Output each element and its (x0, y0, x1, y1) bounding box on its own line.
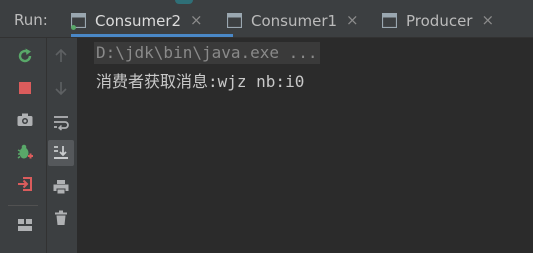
trash-icon (55, 210, 67, 225)
app-run-icon (71, 13, 86, 30)
toolbar-divider (8, 205, 38, 206)
soft-wrap-button[interactable] (48, 109, 74, 135)
stop-icon (19, 82, 31, 94)
print-icon (53, 180, 69, 195)
close-icon[interactable]: × (346, 13, 359, 28)
rerun-icon (18, 48, 32, 63)
tab-producer[interactable]: Producer × (382, 4, 522, 37)
scroll-to-end-icon (54, 146, 68, 159)
run-label: Run: (14, 11, 48, 29)
wrap-icon (54, 116, 69, 131)
tab-consumer1[interactable]: Consumer1 × (227, 4, 377, 37)
close-icon[interactable]: × (481, 13, 494, 28)
exit-icon (18, 177, 32, 191)
tab-label: Consumer2 (95, 11, 182, 30)
tab-consumer2[interactable]: Consumer2 × (71, 4, 233, 37)
arrow-down-icon (55, 82, 67, 96)
scroll-to-end-button[interactable] (48, 140, 74, 166)
layout-button[interactable] (12, 212, 38, 238)
debug-button[interactable] (12, 139, 38, 165)
run-toolbar-right (47, 38, 77, 253)
layout-icon (18, 219, 32, 231)
app-icon (227, 13, 242, 28)
tab-label: Consumer1 (251, 11, 338, 30)
clear-all-button[interactable] (48, 205, 74, 231)
rerun-button[interactable] (12, 43, 38, 69)
dump-threads-button[interactable] (12, 107, 38, 133)
arrow-up-icon (55, 48, 67, 62)
console-line: 消费者获取消息:wjz nb:i0 (96, 72, 305, 91)
app-icon (382, 13, 397, 28)
run-tabs-bar: Run: Consumer2 × Consumer1 × Producer × (0, 4, 533, 38)
print-button[interactable] (48, 174, 74, 200)
run-toolbar-left (0, 38, 47, 253)
restore-layout-button[interactable] (12, 171, 38, 197)
close-icon[interactable]: × (190, 13, 203, 28)
camera-icon (17, 113, 33, 126)
scroll-down-button[interactable] (48, 75, 74, 101)
stop-button[interactable] (12, 75, 38, 101)
bug-icon (17, 144, 33, 159)
tab-label: Producer (406, 11, 473, 30)
scroll-up-button[interactable] (48, 43, 74, 69)
console-output[interactable]: D:\jdk\bin\java.exe ... 消费者获取消息:wjz nb:i… (82, 38, 533, 253)
console-command-line[interactable]: D:\jdk\bin\java.exe ... (94, 42, 320, 64)
